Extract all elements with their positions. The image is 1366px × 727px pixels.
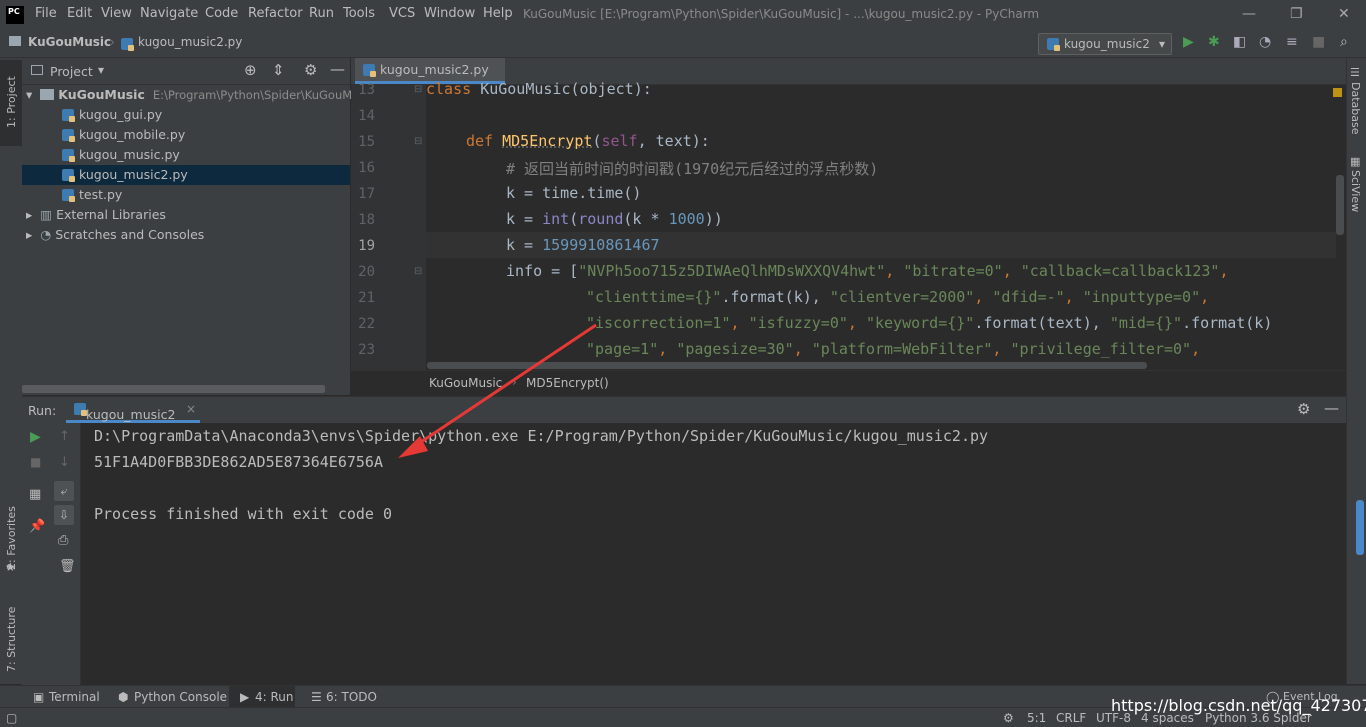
tab-todo[interactable]: 6: TODO [326, 690, 377, 704]
git-icon: ⚙ [1003, 711, 1014, 725]
toggle-panels-icon[interactable]: ▢ [6, 711, 17, 725]
watermark-text: https://blog.csdn.net/qq_42730750 [1111, 696, 1366, 715]
line-separator[interactable]: CRLF [1056, 711, 1086, 725]
annotation-arrow-icon [398, 323, 597, 458]
tab-python-console[interactable]: Python Console [134, 690, 227, 704]
python-console-icon: ⬢ [118, 690, 129, 704]
run-icon: ▶ [240, 690, 250, 704]
terminal-icon: ▣ [33, 690, 45, 704]
todo-icon: ☰ [311, 690, 322, 704]
tab-run[interactable]: 4: Run [255, 690, 294, 704]
cursor-position[interactable]: 5:1 [1027, 711, 1046, 725]
tab-terminal[interactable]: Terminal [49, 690, 100, 704]
